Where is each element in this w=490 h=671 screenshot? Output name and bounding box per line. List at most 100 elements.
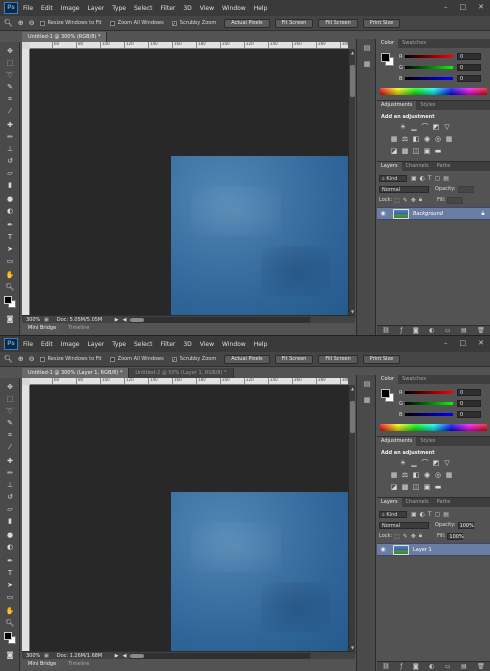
horizontal-scroll-thumb[interactable]	[130, 317, 145, 322]
zoom-out-icon[interactable]: ⊖	[29, 355, 35, 363]
visibility-eye-icon[interactable]: ◉	[377, 210, 389, 217]
vertical-scrollbar[interactable]: ▲ ▼	[348, 49, 355, 315]
horizontal-scrollbar[interactable]	[130, 316, 311, 323]
delete-layer-icon[interactable]: 🗑︎	[477, 327, 485, 334]
fit-screen-button[interactable]: Fit Screen	[274, 354, 314, 364]
new-layer-icon[interactable]: ▤	[461, 327, 467, 334]
document-tab[interactable]: Untitled-1 @ 300% (Layer 1, RGB/8) *	[22, 368, 130, 378]
layer-kind-filter[interactable]: ⌕ Kind	[379, 510, 407, 518]
tab-swatches[interactable]: Swatches	[398, 375, 430, 384]
lock-all-icon[interactable]: 🔒︎	[419, 196, 422, 204]
tab-channels[interactable]: Channels	[402, 498, 433, 507]
smart-object-filter-icon[interactable]: ▤	[443, 511, 449, 518]
scroll-down-icon[interactable]: ▼	[349, 308, 356, 315]
zoom-in-icon[interactable]: ⊕	[18, 355, 24, 363]
eraser-tool-icon[interactable]: ▱	[4, 504, 16, 514]
horizontal-scrollbar[interactable]	[130, 652, 311, 659]
document-canvas[interactable]	[30, 49, 348, 315]
photo-filter-icon[interactable]: ◉	[423, 135, 431, 143]
lock-image-icon[interactable]: ✎	[403, 197, 408, 204]
pen-tool-icon[interactable]: ✒	[4, 220, 16, 230]
hue-saturation-icon[interactable]: ▦	[390, 471, 398, 479]
maximize-button[interactable]: □	[460, 339, 467, 347]
resize-windows-checkbox[interactable]: Resize Windows to Fit	[39, 356, 102, 362]
tab-color[interactable]: Color	[377, 375, 399, 384]
color-balance-icon[interactable]: ⚖	[401, 471, 409, 479]
opacity-field[interactable]	[457, 185, 474, 193]
new-adjustment-icon[interactable]: ◐	[429, 663, 434, 670]
properties-panel-icon[interactable]: ▦	[361, 395, 373, 405]
layer-style-icon[interactable]: ƒ	[400, 663, 402, 670]
ruler-origin[interactable]	[22, 42, 30, 49]
move-tool-icon[interactable]: ✥	[4, 46, 16, 56]
maximize-button[interactable]: □	[460, 3, 467, 11]
tab-layers[interactable]: Layers	[377, 162, 402, 171]
blur-tool-icon[interactable]: ●	[4, 530, 16, 540]
exposure-icon[interactable]: ◩	[432, 459, 440, 467]
crop-tool-icon[interactable]: ⌗	[4, 94, 16, 104]
green-value-field[interactable]: 0	[457, 400, 481, 407]
opacity-field[interactable]: 100%	[457, 521, 474, 529]
link-layers-icon[interactable]: ⛓	[382, 327, 390, 334]
green-slider[interactable]	[405, 66, 453, 69]
invert-icon[interactable]: ◪	[390, 483, 398, 491]
horizontal-ruler[interactable]: 60 80 100 120 140 160 180 200 220 240 260 280 300	[30, 378, 348, 385]
tab-styles[interactable]: Styles	[416, 437, 439, 446]
gradient-tool-icon[interactable]: ▮	[4, 180, 16, 190]
color-spectrum-bar[interactable]	[380, 88, 487, 95]
vertical-scroll-thumb[interactable]	[350, 401, 355, 433]
menu-file[interactable]: File	[23, 5, 33, 12]
quick-select-tool-icon[interactable]: ✎	[4, 418, 16, 428]
hand-tool-icon[interactable]: ✋	[4, 270, 16, 280]
black-white-icon[interactable]: ◧	[412, 471, 420, 479]
shape-tool-icon[interactable]: ▭	[4, 592, 16, 602]
zoom-tool-panel-icon[interactable]: 🔍︎	[4, 618, 16, 628]
zoom-all-checkbox[interactable]: Zoom All Windows	[109, 356, 164, 362]
tab-color[interactable]: Color	[377, 39, 399, 48]
clone-stamp-tool-icon[interactable]: ⊥	[4, 144, 16, 154]
scroll-down-icon[interactable]: ▼	[349, 644, 356, 651]
eraser-tool-icon[interactable]: ▱	[4, 168, 16, 178]
layer-row[interactable]: ◉ Layer 1 🔒︎	[377, 543, 490, 556]
scrubby-zoom-checkbox[interactable]: ✓ Scrubby Zoom	[171, 20, 216, 26]
blend-mode-select[interactable]: Normal	[379, 185, 429, 193]
tab-paths[interactable]: Paths	[433, 498, 455, 507]
status-menu-arrow-icon[interactable]: ▶	[115, 653, 119, 659]
tab-channels[interactable]: Channels	[402, 162, 433, 171]
menu-view[interactable]: View	[200, 341, 214, 348]
visibility-eye-icon[interactable]: ◉	[377, 546, 389, 553]
menu-layer[interactable]: Layer	[87, 5, 104, 12]
path-select-tool-icon[interactable]: ➤	[4, 244, 16, 254]
lock-position-icon[interactable]: ✥	[411, 197, 416, 204]
history-brush-tool-icon[interactable]: ↺	[4, 492, 16, 502]
gradient-map-icon[interactable]: ▬	[434, 483, 442, 491]
menu-edit[interactable]: Edit	[41, 341, 53, 348]
blue-slider[interactable]	[405, 413, 453, 416]
zoom-tool-icon[interactable]: 🔍︎	[4, 19, 13, 27]
color-spectrum-bar[interactable]	[380, 424, 487, 431]
history-panel-icon[interactable]: ▤	[361, 43, 373, 53]
shape-tool-icon[interactable]: ▭	[4, 256, 16, 266]
selective-color-icon[interactable]: ▣	[423, 147, 431, 155]
menu-type[interactable]: Type	[112, 5, 126, 12]
shape-filter-icon[interactable]: ▢	[435, 175, 441, 182]
horizontal-ruler[interactable]: 60 80 100 120 140 160 180 200 220 240 260 280 300	[30, 42, 348, 49]
layer-row[interactable]: ◉ Background 🔒︎	[377, 207, 490, 220]
actual-pixels-button[interactable]: Actual Pixels	[224, 18, 270, 28]
menu-window[interactable]: Window	[222, 5, 246, 12]
menu-help[interactable]: Help	[254, 5, 268, 12]
fill-screen-button[interactable]: Fill Screen	[318, 354, 358, 364]
scroll-left-icon[interactable]: ◀	[123, 317, 127, 323]
zoom-all-checkbox[interactable]: Zoom All Windows	[109, 20, 164, 26]
menu-image[interactable]: Image	[61, 5, 80, 12]
close-button[interactable]: ✕	[478, 339, 484, 347]
scrubby-zoom-checkbox[interactable]: ✓ Scrubby Zoom	[171, 356, 216, 362]
green-value-field[interactable]: 0	[457, 64, 481, 71]
new-layer-icon[interactable]: ▤	[461, 663, 467, 670]
eyedropper-tool-icon[interactable]: ⁄	[4, 442, 16, 452]
brightness-contrast-icon[interactable]: ☀	[399, 459, 407, 467]
minimize-button[interactable]: –	[444, 339, 448, 347]
scroll-up-icon[interactable]: ▲	[349, 385, 356, 392]
history-brush-tool-icon[interactable]: ↺	[4, 156, 16, 166]
adjustment-filter-icon[interactable]: ◐	[420, 511, 425, 518]
